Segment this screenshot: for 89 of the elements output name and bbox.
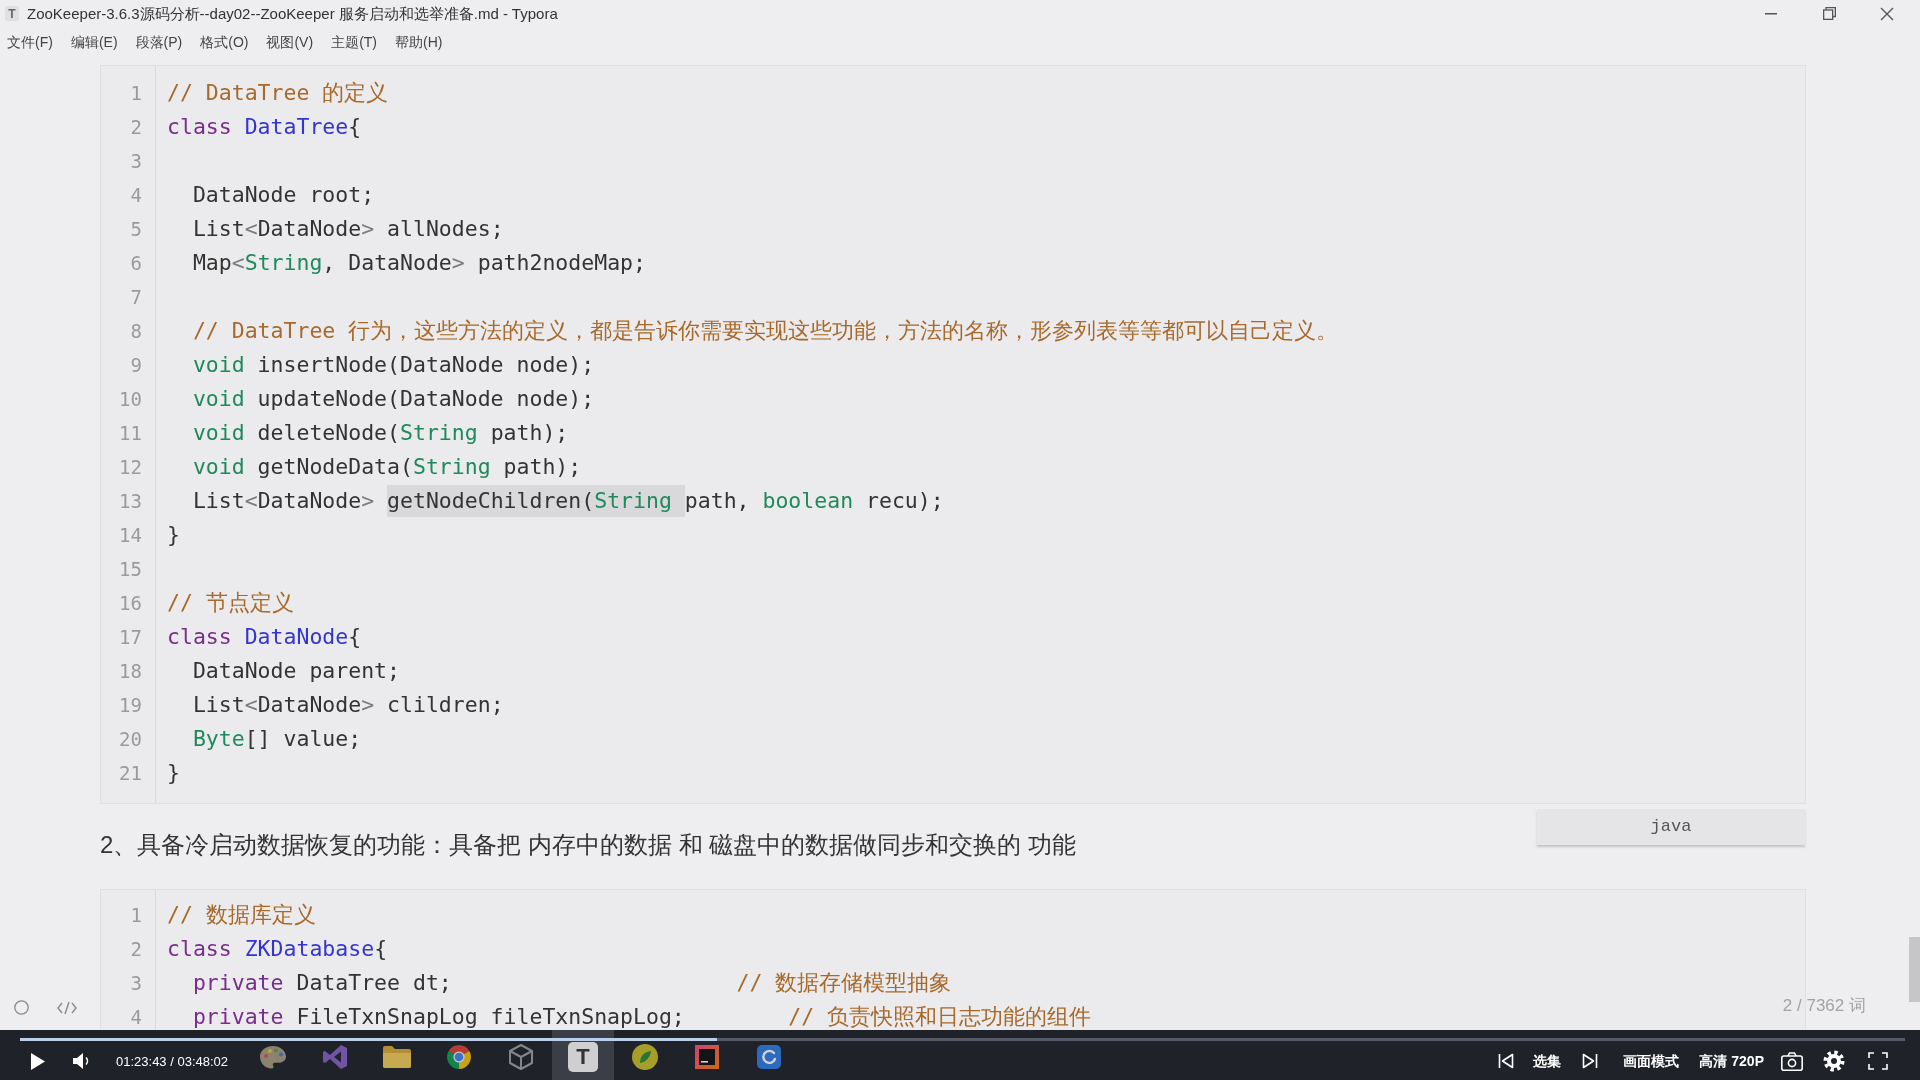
code-line: List<DataNode> clildren;	[192, 692, 504, 718]
code-line: Map<String, DataNode> path2nodeMap;	[192, 250, 646, 276]
fullscreen-icon	[1868, 1052, 1888, 1070]
menu-item[interactable]: 帮助(H)	[395, 34, 443, 49]
restore-icon	[1822, 7, 1836, 20]
code-line: DataNode parent;	[192, 658, 400, 684]
line-number: 18	[119, 661, 142, 681]
code-line: void updateNode(DataNode node);	[192, 386, 595, 412]
code-line: void getNodeData(String path);	[192, 454, 582, 480]
code-line: class DataNode{	[167, 624, 362, 650]
picture-mode-button[interactable]: 画面模式	[1623, 1054, 1680, 1068]
code-line: DataNode root;	[192, 182, 375, 208]
leaf-circle-icon	[632, 1044, 658, 1070]
line-number: 15	[119, 559, 142, 579]
line-number: 4	[130, 1007, 142, 1027]
settings-icon	[1823, 1050, 1845, 1072]
line-number: 12	[119, 457, 142, 477]
close-icon	[1880, 6, 1894, 21]
line-number: 21	[119, 763, 142, 783]
line-number: 9	[130, 355, 142, 375]
line-number: 14	[119, 525, 142, 545]
code-line: // 数据库定义	[167, 902, 316, 928]
code-line: void insertNode(DataNode node);	[192, 352, 595, 378]
line-number: 13	[119, 491, 142, 511]
settings-button[interactable]	[1822, 1049, 1846, 1073]
line-number: 16	[119, 593, 142, 613]
menu-item[interactable]: 格式(O)	[200, 34, 249, 49]
fullscreen-button[interactable]	[1866, 1049, 1890, 1073]
paragraph-text: 2、具备冷启动数据恢复的功能：具备把 内存中的数据 和 磁盘中的数据做同步和交换的 功能	[100, 830, 1077, 860]
progress-track[interactable]	[20, 1038, 1905, 1041]
code-line: Byte[] value;	[192, 726, 362, 752]
code-line: List<DataNode> getNodeChildren(String path, boolean recu);	[192, 485, 944, 517]
line-number: 5	[130, 219, 142, 239]
skip-back-icon	[1498, 1053, 1515, 1069]
window-title: ZooKeeper-3.6.3源码分析--day02--ZooKeeper 服务启动和选举准备.md - Typora	[27, 6, 558, 21]
line-number: 6	[130, 253, 142, 273]
cube-icon	[509, 1044, 533, 1070]
line-number: 11	[119, 423, 142, 443]
code-line: List<DataNode> allNodes;	[192, 216, 504, 242]
menu-item[interactable]: 段落(P)	[135, 34, 183, 49]
code-line: // DataTree 的定义	[167, 80, 389, 106]
line-number: 3	[130, 151, 142, 171]
line-number: 1	[130, 83, 142, 103]
outline-toggle-button[interactable]	[11, 997, 32, 1018]
line-number: 10	[119, 389, 142, 409]
line-number: 3	[130, 973, 142, 993]
code-line: // DataTree 行为，这些方法的定义，都是告诉你需要实现这些功能，方法的名称，形参列表等等都可以自己定义。	[192, 318, 1339, 344]
play-icon	[31, 1052, 45, 1070]
minimize-icon	[1765, 12, 1777, 15]
code-line: }	[167, 760, 180, 786]
code-icon	[57, 1001, 77, 1015]
scrollbar-thumb[interactable]	[1909, 937, 1920, 1002]
line-number: 2	[130, 939, 142, 959]
code-line: // 节点定义	[167, 590, 294, 616]
app-icon: T	[5, 6, 19, 21]
line-number: 7	[130, 287, 142, 307]
camera-icon	[1781, 1051, 1803, 1071]
segmented-circle-icon	[446, 1044, 472, 1070]
menu-item[interactable]: 编辑(E)	[70, 34, 118, 49]
line-number: 19	[119, 695, 142, 715]
circle-icon	[14, 1000, 29, 1015]
palette-icon	[260, 1045, 286, 1069]
line-number: 1	[130, 905, 142, 925]
folder-icon	[383, 1046, 411, 1068]
screenshot-button[interactable]	[1780, 1049, 1804, 1073]
line-number: 2	[130, 117, 142, 137]
playback-time: 01:23:43 / 03:48:02	[116, 1054, 229, 1068]
framed-square-icon	[695, 1045, 719, 1069]
code-line: private DataTree dt; // 数据存储模型抽象	[192, 970, 952, 996]
line-number: 4	[130, 185, 142, 205]
taskbar-button[interactable]: T	[552, 1030, 614, 1080]
language-selector[interactable]: java	[1537, 809, 1805, 845]
arc-tile-icon	[757, 1045, 781, 1069]
line-number: 20	[119, 729, 142, 749]
skip-forward-icon	[1582, 1053, 1599, 1069]
line-number: 8	[130, 321, 142, 341]
code-line: class DataTree{	[167, 114, 362, 140]
menu-item[interactable]: 视图(V)	[266, 34, 314, 49]
code-line: class ZKDatabase{	[167, 936, 388, 962]
ribbon-icon	[323, 1045, 347, 1069]
episodes-button[interactable]: 选集	[1533, 1054, 1562, 1068]
code-line: }	[167, 522, 180, 548]
word-count: 2 / 7362 词	[1782, 997, 1866, 1014]
line-number: 17	[119, 627, 142, 647]
code-line: private FileTxnSnapLog fileTxnSnapLog; // 负责快照和日志功能的组件	[192, 1004, 1092, 1030]
code-line: void deleteNode(String path);	[192, 420, 569, 446]
quality-button[interactable]: 高清 720P	[1699, 1054, 1764, 1068]
menu-item[interactable]: 主题(T)	[331, 34, 377, 49]
menu-item[interactable]: 文件(F)	[7, 34, 53, 49]
